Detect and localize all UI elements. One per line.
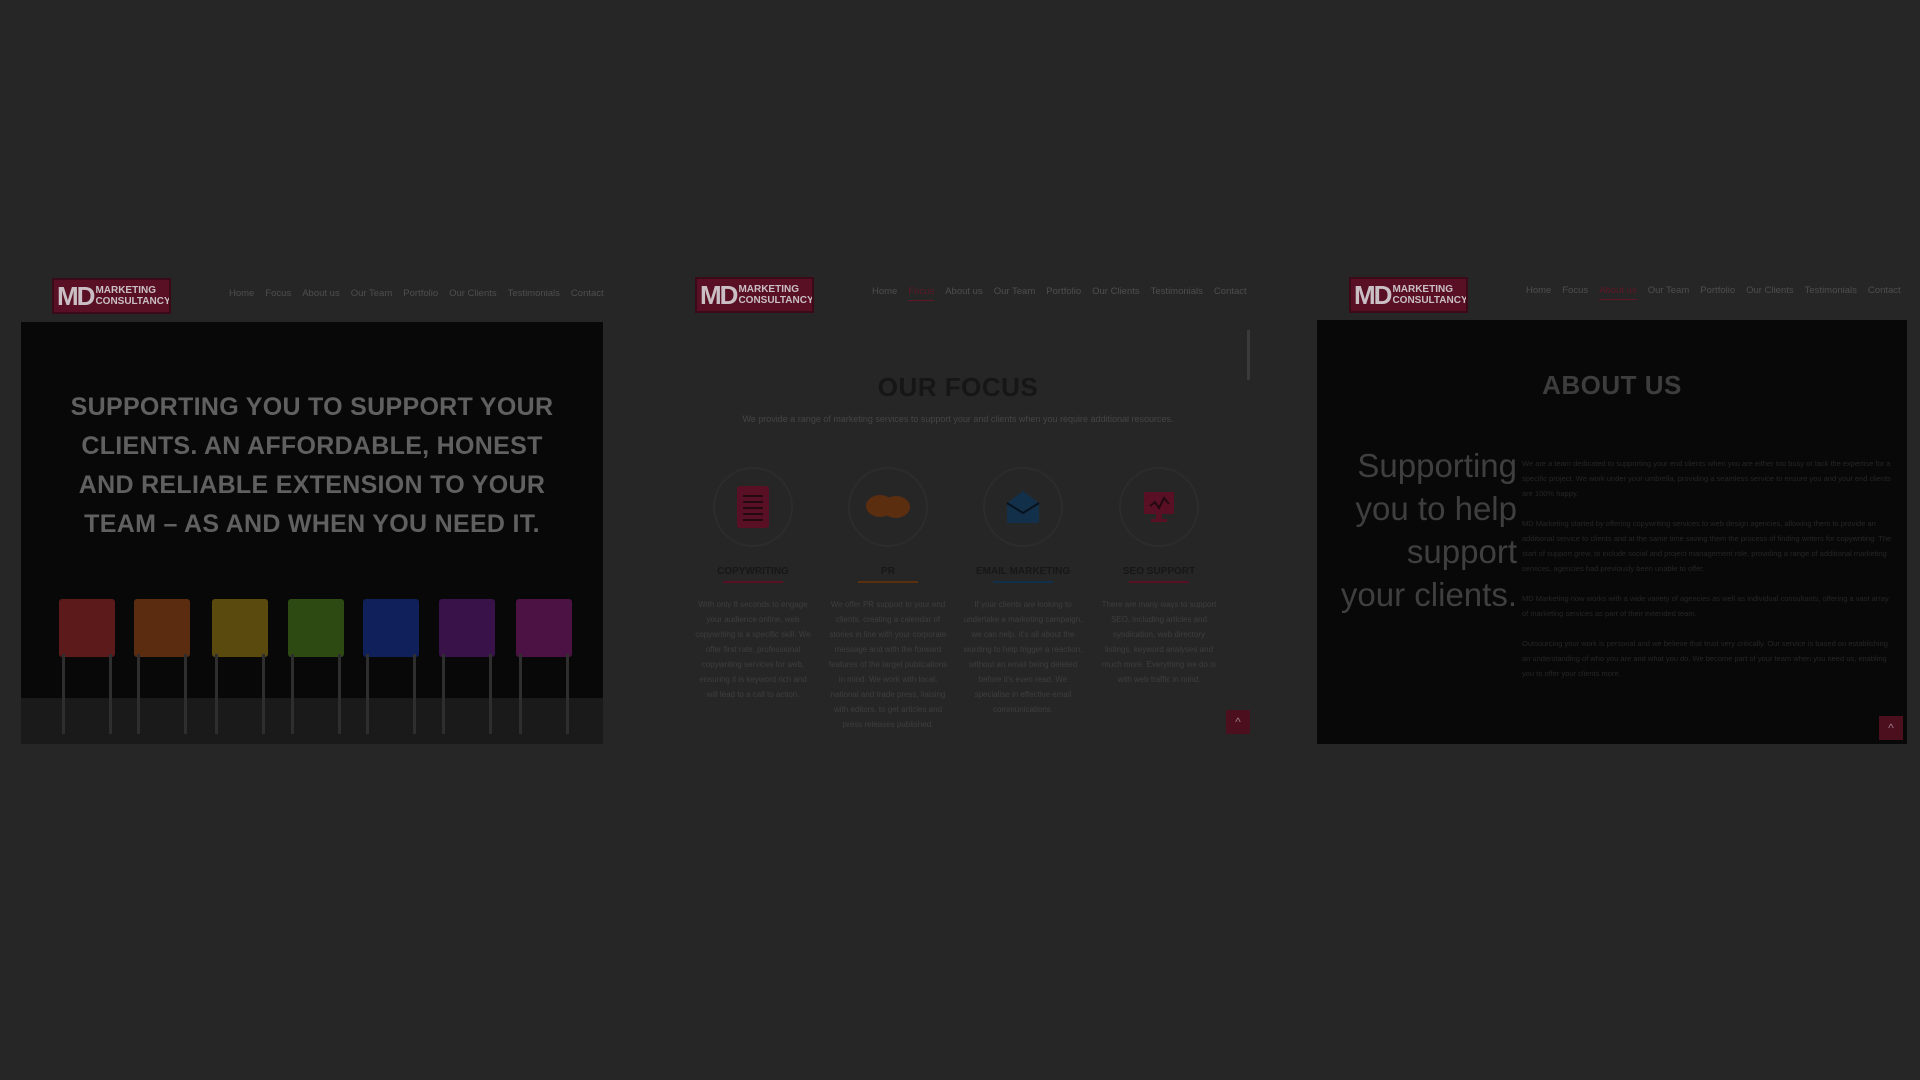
notebook-icon	[713, 467, 793, 547]
title-underline	[993, 581, 1053, 583]
nav-contact[interactable]: Contact	[1214, 286, 1247, 301]
nav-focus[interactable]: Focus	[908, 286, 935, 301]
nav-testimonials[interactable]: Testimonials	[1805, 285, 1857, 300]
section-subtitle: We provide a range of marketing services…	[742, 414, 1174, 424]
focus-screenshot: MD MARKETING CONSULTANCY Home Focus About…	[663, 275, 1253, 734]
nav-testimonials[interactable]: Testimonials	[508, 288, 560, 299]
site-logo[interactable]: MD MARKETING CONSULTANCY	[695, 277, 814, 313]
nav-about-us[interactable]: About us	[1599, 285, 1637, 300]
chair-image	[516, 599, 572, 734]
service-description: There are many ways to support SEO, incl…	[1101, 600, 1217, 684]
chevron-up-icon: ^	[1235, 715, 1241, 729]
nav-our-clients[interactable]: Our Clients	[1092, 286, 1140, 301]
back-to-top-button[interactable]: ^	[1226, 710, 1250, 734]
hero-headline: SUPPORTING YOU TO SUPPORT YOUR CLIENTS. …	[70, 393, 554, 538]
nav-our-team[interactable]: Our Team	[1648, 285, 1690, 300]
service-description: We offer PR support to your end clients,…	[828, 600, 948, 729]
section-title: ABOUT US	[1542, 370, 1682, 400]
nav-our-team[interactable]: Our Team	[994, 286, 1036, 301]
nav-focus[interactable]: Focus	[265, 288, 291, 299]
nav-contact[interactable]: Contact	[1868, 285, 1901, 300]
chevron-up-icon: ^	[1888, 721, 1894, 735]
chair-image	[439, 599, 495, 734]
about-tagline: Supporting you to help support your clie…	[1340, 447, 1517, 613]
title-underline	[723, 581, 783, 583]
site-header: MD MARKETING CONSULTANCY Home Focus About…	[21, 275, 604, 322]
nav-our-clients[interactable]: Our Clients	[1746, 285, 1794, 300]
about-paragraph: Outsourcing your work is personal and we…	[1522, 639, 1888, 678]
main-nav: Home Focus About us Our Team Portfolio O…	[229, 288, 604, 299]
hero-banner: SUPPORTING YOU TO SUPPORT YOUR CLIENTS. …	[21, 322, 603, 744]
about-screenshot: MD MARKETING CONSULTANCY Home Focus About…	[1317, 275, 1907, 744]
chair-image	[59, 599, 115, 734]
service-copywriting: COPYWRITING With only 8 seconds to engag…	[693, 467, 813, 702]
title-underline	[858, 581, 918, 583]
site-logo[interactable]: MD MARKETING CONSULTANCY	[1349, 277, 1468, 313]
chair-image	[363, 599, 419, 734]
service-title: PR	[881, 566, 895, 577]
nav-contact[interactable]: Contact	[571, 288, 604, 299]
about-paragraph: We are a team dedicated to supporting yo…	[1522, 459, 1891, 498]
nav-home[interactable]: Home	[229, 288, 254, 299]
service-title: COPYWRITING	[717, 566, 789, 577]
nav-portfolio[interactable]: Portfolio	[1046, 286, 1081, 301]
nav-focus[interactable]: Focus	[1562, 285, 1588, 300]
nav-home[interactable]: Home	[872, 286, 897, 301]
section-title: OUR FOCUS	[877, 372, 1039, 402]
nav-about-us[interactable]: About us	[302, 288, 340, 299]
chair-image	[134, 599, 190, 734]
nav-portfolio[interactable]: Portfolio	[403, 288, 438, 299]
service-email-marketing: EMAIL MARKETING If your clients are look…	[963, 467, 1083, 717]
main-nav: Home Focus About us Our Team Portfolio O…	[1526, 285, 1901, 300]
nav-our-team[interactable]: Our Team	[351, 288, 393, 299]
service-description: If your clients are looking to undertake…	[963, 600, 1083, 714]
nav-testimonials[interactable]: Testimonials	[1151, 286, 1203, 301]
site-header: MD MARKETING CONSULTANCY Home Focus About…	[1317, 275, 1907, 322]
speech-bubbles-icon	[848, 467, 928, 547]
about-paragraph: MD Marketing now works with a wide varie…	[1522, 594, 1889, 618]
site-header: MD MARKETING CONSULTANCY Home Focus About…	[663, 275, 1253, 322]
about-section: ABOUT US Supporting you to help support …	[1317, 320, 1907, 744]
service-description: With only 8 seconds to engage your audie…	[695, 600, 811, 699]
back-to-top-button[interactable]: ^	[1879, 716, 1903, 740]
service-pr: PR We offer PR support to your end clien…	[828, 467, 948, 732]
about-body: We are a team dedicated to supporting yo…	[1522, 456, 1892, 696]
focus-section: OUR FOCUS We provide a range of marketin…	[663, 322, 1253, 742]
title-underline	[1129, 581, 1189, 583]
about-paragraph: MD Marketing started by offering copywri…	[1522, 519, 1892, 573]
home-screenshot: MD MARKETING CONSULTANCY Home Focus About…	[21, 275, 604, 744]
service-seo-support: SEO SUPPORT There are many ways to suppo…	[1099, 467, 1219, 687]
chair-image	[212, 599, 268, 734]
monitor-chart-icon	[1119, 467, 1199, 547]
nav-home[interactable]: Home	[1526, 285, 1551, 300]
site-logo[interactable]: MD MARKETING CONSULTANCY	[52, 278, 171, 314]
main-nav: Home Focus About us Our Team Portfolio O…	[872, 286, 1247, 301]
service-title: SEO SUPPORT	[1122, 566, 1196, 577]
nav-our-clients[interactable]: Our Clients	[449, 288, 497, 299]
service-title: EMAIL MARKETING	[975, 566, 1071, 577]
envelope-icon	[983, 467, 1063, 547]
nav-portfolio[interactable]: Portfolio	[1700, 285, 1735, 300]
chair-image	[288, 599, 344, 734]
nav-about-us[interactable]: About us	[945, 286, 983, 301]
